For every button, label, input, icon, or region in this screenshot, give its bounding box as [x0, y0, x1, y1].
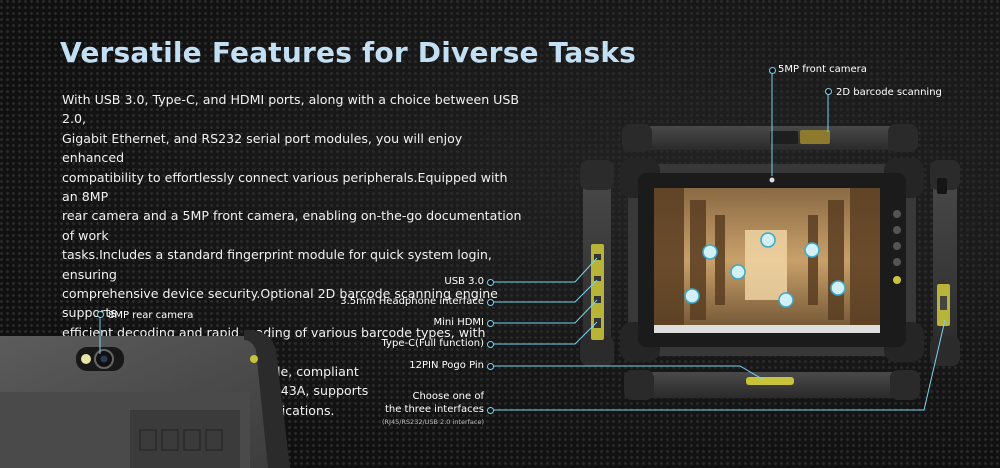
- pogo-marker: [487, 363, 494, 370]
- headphone-label: 3.5mm Headphone interface: [340, 296, 484, 307]
- tablet-top-edge: [622, 124, 918, 152]
- interface-choice-label: Choose one of the three interfaces (RJ45…: [382, 390, 484, 429]
- usb3-label: USB 3.0: [444, 276, 484, 287]
- fingerprint-icon: [893, 276, 901, 284]
- mini-hdmi-marker: [487, 320, 494, 327]
- interface-choice-line2: the three interfaces: [384, 404, 484, 415]
- type-c-label: Type-C(Full function): [381, 338, 485, 349]
- type-c-marker: [487, 341, 494, 348]
- tablet-rear-view: [0, 329, 290, 468]
- headphone-marker: [487, 299, 494, 306]
- tablet-front-view: [620, 158, 924, 362]
- rear-camera-label: 8MP rear camera: [108, 310, 194, 321]
- mini-hdmi-label: Mini HDMI: [433, 317, 485, 328]
- interface-choice-note: (RJ45/RS232/USB 2.0 interface): [381, 418, 484, 426]
- barcode-window-icon: [800, 130, 830, 144]
- tablet-right-edge: [930, 160, 960, 366]
- interface-choice-line1: Choose one of: [412, 391, 484, 402]
- barcode-label: 2D barcode scanning: [836, 87, 942, 98]
- front-camera-marker: [769, 67, 776, 74]
- tablet-left-edge: [580, 160, 614, 366]
- interface-choice-marker: [487, 407, 494, 414]
- flash-icon: [81, 354, 91, 364]
- rear-camera-marker: [97, 311, 104, 318]
- usb3-marker: [487, 279, 494, 286]
- barcode-marker: [825, 88, 832, 95]
- pogo-pin-icon: [746, 377, 794, 385]
- front-camera-label: 5MP front camera: [778, 64, 867, 75]
- pogo-label: 12PIN Pogo Pin: [409, 360, 484, 371]
